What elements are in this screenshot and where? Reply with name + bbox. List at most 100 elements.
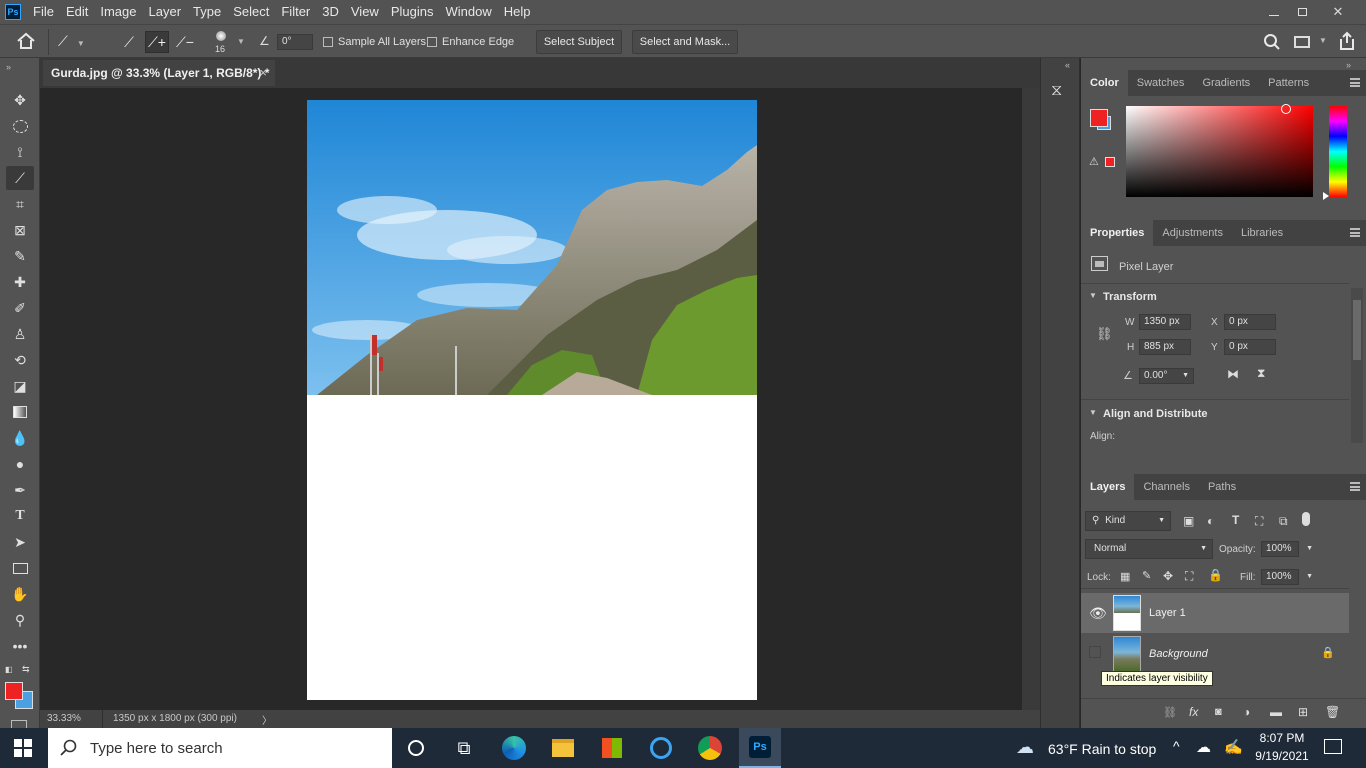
group-folder-icon[interactable]: ▬ <box>1270 705 1282 719</box>
close-window-button[interactable]: ✕ <box>1320 0 1356 24</box>
clone-stamp-tool[interactable]: ♙ <box>6 322 34 346</box>
visibility-toggle-empty[interactable] <box>1089 646 1101 658</box>
tab-libraries[interactable]: Libraries <box>1232 220 1292 246</box>
edge-taskbar-button[interactable] <box>494 734 534 762</box>
photoshop-taskbar-button[interactable]: Ps <box>739 728 781 768</box>
document-tab[interactable]: Gurda.jpg @ 33.3% (Layer 1, RGB/8*) * × <box>43 60 275 86</box>
adjustment-layer-icon[interactable]: ◑ <box>1243 705 1250 719</box>
width-field[interactable]: 1350 px <box>1139 314 1191 330</box>
workspace-switcher[interactable]: ▼ <box>1294 35 1328 51</box>
history-panel-button[interactable]: ⧖ <box>1051 82 1073 104</box>
close-tab-icon[interactable]: × <box>259 65 267 80</box>
menu-help[interactable]: Help <box>498 0 537 24</box>
weather-text[interactable]: 63°F Rain to stop <box>1048 741 1156 757</box>
menu-filter[interactable]: Filter <box>275 0 316 24</box>
menu-3d[interactable]: 3D <box>316 0 345 24</box>
hue-slider[interactable] <box>1329 106 1347 197</box>
enhance-edge-checkbox[interactable]: Enhance Edge <box>427 35 514 49</box>
quick-mask-icon[interactable] <box>11 720 27 728</box>
edit-toolbar-button[interactable]: ••• <box>6 634 34 658</box>
blur-tool[interactable]: 💧 <box>6 426 34 450</box>
healing-brush-tool[interactable]: ✚ <box>6 270 34 294</box>
filter-adjustment-icon[interactable]: ◐ <box>1207 514 1214 528</box>
fill-field[interactable]: 100% ▼ <box>1261 569 1313 585</box>
tab-layers[interactable]: Layers <box>1081 474 1135 500</box>
zoom-level[interactable]: 33.33% <box>47 713 81 724</box>
eyedropper-tool[interactable]: ✎ <box>6 244 34 268</box>
new-layer-icon[interactable]: ⊞ <box>1298 705 1308 719</box>
brush-size-picker[interactable]: 16 ▼ <box>206 29 250 57</box>
filter-toggle-icon[interactable] <box>1302 512 1310 526</box>
menu-plugins[interactable]: Plugins <box>385 0 440 24</box>
zoom-tool[interactable]: ⚲ <box>6 608 34 632</box>
add-mask-icon[interactable]: ◙ <box>1215 706 1222 718</box>
start-button[interactable] <box>14 739 34 757</box>
collapse-panels-icon[interactable]: « <box>1065 60 1070 70</box>
link-icon[interactable]: ⛓ <box>1096 326 1113 342</box>
filter-smart-object-icon[interactable]: ⧉ <box>1279 514 1288 529</box>
tab-color[interactable]: Color <box>1081 70 1128 96</box>
sample-all-layers-checkbox[interactable]: Sample All Layers <box>323 35 426 49</box>
menu-edit[interactable]: Edit <box>60 0 94 24</box>
panel-menu-icon[interactable] <box>1350 228 1360 237</box>
tab-paths[interactable]: Paths <box>1199 474 1245 500</box>
foreground-color-swatch[interactable] <box>5 682 23 700</box>
chrome-taskbar-button[interactable] <box>690 734 730 762</box>
move-tool[interactable]: ✥ <box>6 88 34 112</box>
add-to-selection-button[interactable]: ⟋+ <box>145 31 169 53</box>
share-button[interactable] <box>1338 31 1358 53</box>
filter-pixel-icon[interactable]: ▣ <box>1183 514 1194 528</box>
tab-properties[interactable]: Properties <box>1081 220 1154 246</box>
task-view-button[interactable]: ⧉ <box>444 734 484 762</box>
select-subject-button[interactable]: Select Subject <box>536 30 622 54</box>
collapse-right-icon[interactable]: » <box>1346 60 1351 70</box>
crop-tool[interactable]: ⌗ <box>6 192 34 216</box>
opacity-field[interactable]: 100% ▼ <box>1261 541 1313 557</box>
panel-menu-icon[interactable] <box>1350 78 1360 87</box>
rectangle-tool[interactable] <box>6 556 34 580</box>
layer-row-layer-1[interactable]: 👁 Layer 1 <box>1081 593 1349 633</box>
filter-shape-icon[interactable]: ⛶ <box>1255 514 1263 529</box>
gradient-tool[interactable] <box>6 400 34 424</box>
document-canvas[interactable] <box>307 100 757 700</box>
link-layers-icon[interactable]: ⛓ <box>1163 706 1177 719</box>
home-button[interactable] <box>16 32 40 52</box>
brush-tool[interactable]: ✐ <box>6 296 34 320</box>
hand-tool[interactable]: ✋ <box>6 582 34 606</box>
lock-artboard-icon[interactable]: ⛶ <box>1185 569 1193 584</box>
fx-icon[interactable]: fx <box>1189 705 1198 719</box>
app-taskbar-button[interactable] <box>641 734 681 762</box>
quick-selection-tool[interactable]: ⟋ <box>6 166 34 190</box>
eye-icon[interactable]: 👁 <box>1089 605 1107 622</box>
eraser-tool[interactable]: ◪ <box>6 374 34 398</box>
default-colors-icon[interactable]: ◧ <box>5 665 13 674</box>
menu-image[interactable]: Image <box>94 0 142 24</box>
trash-icon[interactable]: 🗑 <box>1325 705 1340 719</box>
y-field[interactable]: 0 px <box>1224 339 1276 355</box>
show-hidden-icons[interactable]: ^ <box>1173 738 1180 754</box>
history-brush-tool[interactable]: ⟲ <box>6 348 34 372</box>
chevron-down-icon[interactable]: ▼ <box>1089 291 1097 300</box>
clock-date[interactable]: 9/19/2021 <box>1252 749 1312 763</box>
color-foreground-swatch[interactable] <box>1090 109 1108 127</box>
flip-vertical-icon[interactable]: ⧗ <box>1257 366 1265 381</box>
tab-patterns[interactable]: Patterns <box>1259 70 1318 96</box>
blend-mode-select[interactable]: Normal ▼ <box>1085 539 1213 559</box>
filter-type-icon[interactable]: T <box>1232 513 1239 527</box>
menu-select[interactable]: Select <box>227 0 275 24</box>
cortana-button[interactable] <box>396 734 436 762</box>
store-button[interactable] <box>592 734 632 762</box>
properties-scrollbar[interactable] <box>1351 288 1363 443</box>
transform-section-title[interactable]: Transform <box>1103 291 1157 303</box>
gamut-color-swatch[interactable] <box>1105 157 1115 167</box>
dodge-tool[interactable]: ● <box>6 452 34 476</box>
menu-view[interactable]: View <box>345 0 385 24</box>
x-field[interactable]: 0 px <box>1224 314 1276 330</box>
vertical-scrollbar[interactable] <box>1022 88 1040 710</box>
file-explorer-button[interactable] <box>543 734 583 762</box>
pen-workspace-icon[interactable]: ✍ <box>1224 738 1243 756</box>
tool-preset-picker[interactable]: ⟋ ▼ <box>58 33 98 51</box>
menu-type[interactable]: Type <box>187 0 227 24</box>
layer-row-background[interactable]: Background 🔒 <box>1081 634 1349 674</box>
tab-channels[interactable]: Channels <box>1134 474 1198 500</box>
